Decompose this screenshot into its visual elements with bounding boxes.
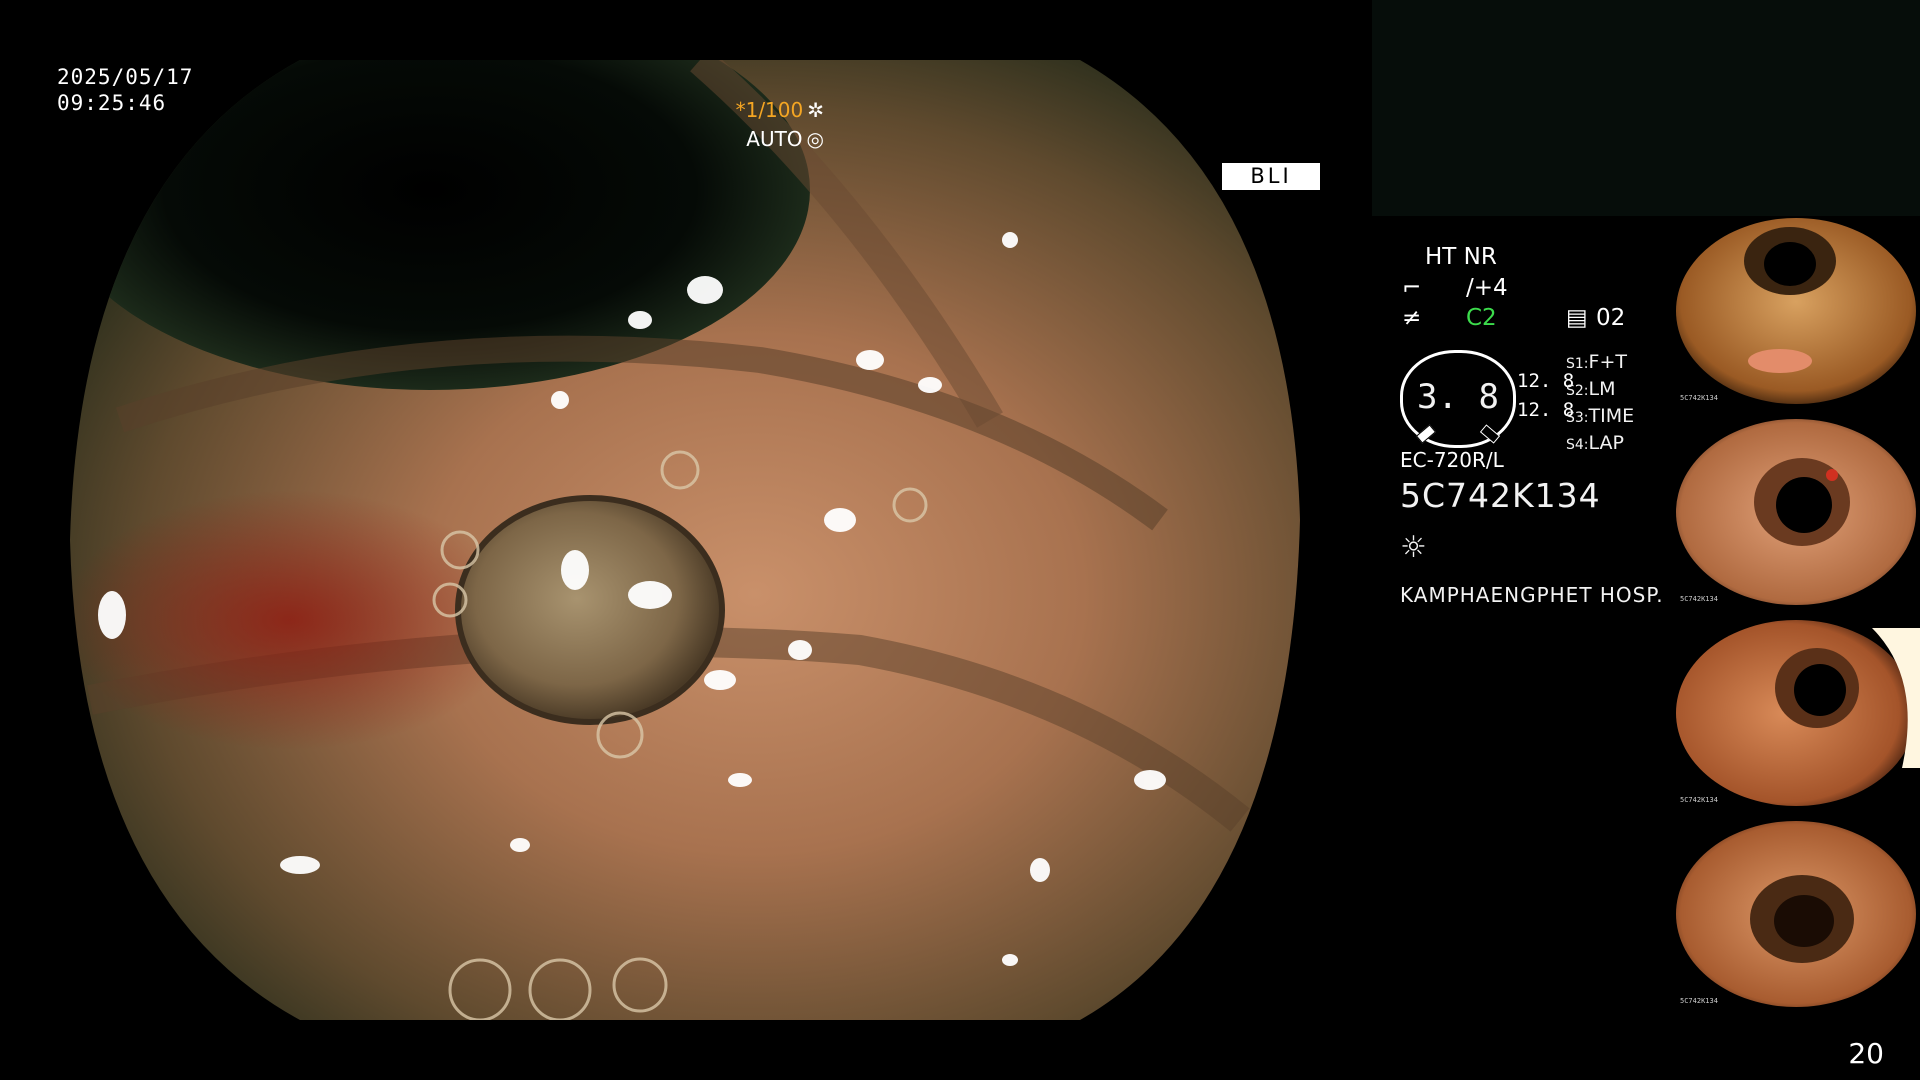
gauge-tick-right xyxy=(1479,424,1501,444)
bli-mode-badge: BLI xyxy=(1222,163,1320,190)
hospital-name: KAMPHAENGPHET HOSP. xyxy=(1400,583,1664,607)
lamp-icon: ☼ xyxy=(1400,530,1427,565)
page-number: 20 xyxy=(1848,1037,1884,1070)
switch-item: S1:F+T xyxy=(1566,351,1627,373)
date-text: 2025/05/17 xyxy=(57,65,194,89)
switch-item: S2:LM xyxy=(1566,378,1616,400)
thumbnail[interactable]: 5C742K134 xyxy=(1672,819,1920,1009)
thumbnail-image xyxy=(1676,218,1916,404)
date-time: 2025/05/17 09:25:46 xyxy=(57,64,193,116)
thumbnail-image xyxy=(1676,821,1916,1007)
panel-top-area xyxy=(1372,0,1920,216)
thumbnail-image xyxy=(1676,419,1916,605)
thumbnail-strip: 5C742K134 5C742K134 5C742K134 5C742K134 xyxy=(1672,216,1920,1020)
shutter-value: *1/100 xyxy=(735,98,804,122)
ht-nr-label: HT NR xyxy=(1425,244,1497,270)
thumbnail-caption: 5C742K134 xyxy=(1680,394,1718,402)
thumbnail[interactable]: 5C742K134 xyxy=(1672,216,1920,406)
endoscopy-view: 2025/05/17 09:25:46 *1/100 ✲ AUTO ◎ BLI xyxy=(0,0,1372,1080)
iris-icon: ◎ xyxy=(806,127,824,151)
switch-list: S1:F+T S2:LM S3:TIME S4:LAP xyxy=(1566,350,1634,458)
gauge-value: 3. 8 xyxy=(1417,377,1499,417)
enhance-icon: ⌐ xyxy=(1402,275,1422,301)
auto-exposure: AUTO ◎ xyxy=(746,127,824,151)
thumbnail[interactable]: 5C742K134 xyxy=(1672,618,1920,808)
thumbnail[interactable]: 5C742K134 xyxy=(1672,417,1920,607)
thumbnail-caption: 5C742K134 xyxy=(1680,796,1718,804)
auto-label: AUTO xyxy=(746,127,803,151)
thumbnail-caption: 5C742K134 xyxy=(1680,595,1718,603)
time-text: 09:25:46 xyxy=(57,91,167,115)
gauge-tick-left xyxy=(1415,424,1437,444)
memory-icon: ▤ xyxy=(1566,305,1588,331)
scope-model: EC-720R/L xyxy=(1400,448,1504,472)
color-value: C2 xyxy=(1466,305,1497,331)
scope-serial: 5C742K134 xyxy=(1400,476,1601,515)
thumbnail-image xyxy=(1676,620,1920,806)
enhance-value: /+4 xyxy=(1466,275,1508,301)
colon-image xyxy=(70,60,1300,1020)
gauge: 3. 8 xyxy=(1400,350,1516,448)
shutter-speed: *1/100 ✲ xyxy=(736,98,824,122)
thumbnail-caption: 5C742K134 xyxy=(1680,997,1718,1005)
color-icon: ≠ xyxy=(1402,305,1422,331)
memory-value: 02 xyxy=(1596,305,1626,331)
switch-item: S4:LAP xyxy=(1566,432,1624,454)
shutter-icon: ✲ xyxy=(807,98,824,122)
switch-item: S3:TIME xyxy=(1566,405,1635,427)
